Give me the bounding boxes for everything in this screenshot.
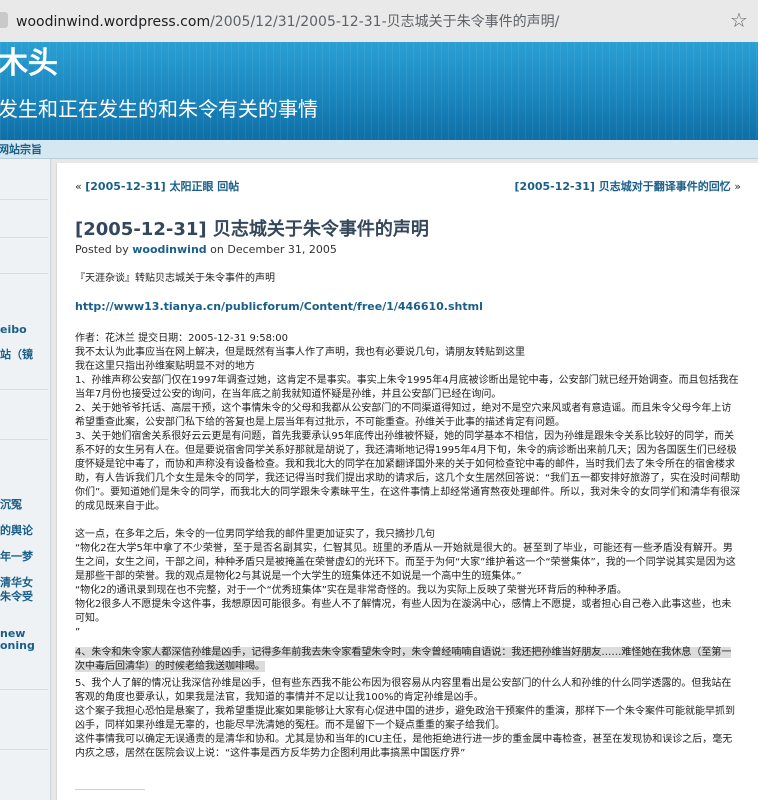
post-paragraph: “物化2的通讯录到现在也不完整，对于一个“优秀班集体”实在是非常奇怪的。我以为实… bbox=[75, 585, 627, 596]
post-paragraph: 1、孙维声称公安部门仅在1997年调查过她，这肯定不是事实。事实上朱令1995年… bbox=[75, 375, 739, 400]
sidebar-divider bbox=[0, 439, 48, 440]
sidebar-link[interactable]: 站（镜 bbox=[0, 348, 33, 362]
post-paragraph: 物化2很多人不愿提朱令这件事，我想原因可能很多。有些人不了解情况，有些人因为在漩… bbox=[75, 599, 732, 624]
banner-texture bbox=[0, 42, 758, 140]
post-paragraph: 我不太认为此事应当在网上解决，但是既然有当事人作了声明，我也有必要说几句，请朋友… bbox=[75, 347, 525, 358]
post-paragraph: 这一点，在多年之后，朱令的一位男同学给我的邮件里更加证实了，我只摘抄几句 bbox=[75, 529, 435, 540]
post-paragraph: “物化2在大学5年中拿了不少荣誉，至于是否名副其实，仁智其见。班里的矛盾从一开始… bbox=[75, 543, 736, 582]
post-paragraph: 这个案子我担心恐怕是悬案了，我希望重提此案如果能够让大家有心促进中国的进步，避免… bbox=[75, 706, 735, 731]
sidebar: eibo 站（镜 沉冤 的舆论 年一梦 清华女 朱令受 new oning bbox=[0, 159, 51, 800]
sidebar-divider bbox=[0, 273, 48, 274]
next-post-nav: [2005-12-31] 贝志城对于翻译事件的回忆 » bbox=[514, 180, 741, 193]
sidebar-divider bbox=[0, 389, 48, 390]
post-paragraph: 5、我个人了解的情况让我深信孙维是凶手，但有些东西我不能公布因为很容易从内容里看… bbox=[75, 678, 732, 703]
post-intro: 『天涯杂谈』转贴贝志城关于朱令事件的声明 bbox=[75, 273, 275, 284]
source-link[interactable]: http://www13.tianya.cn/publicforum/Conte… bbox=[75, 300, 483, 313]
bookmark-star-icon[interactable]: ☆ bbox=[730, 8, 748, 32]
site-info-icon[interactable] bbox=[0, 12, 8, 28]
highlighted-paragraph: 4、朱令和朱令家人都深信孙维是凶手，记得多年前我去朱令家看望朱令时，朱令曾经喃喃… bbox=[75, 647, 732, 672]
post-paragraph: 这件事情我可以确定无误通责的是清华和协和。尤其是协和当年的ICU主任，是他拒绝进… bbox=[75, 734, 733, 759]
sidebar-link[interactable]: eibo bbox=[0, 323, 27, 337]
sidebar-link[interactable]: 年一梦 bbox=[0, 550, 33, 564]
post-paragraph: 3、关于她们宿舍关系很好云云更是有问题，首先我要承认95年底传出孙维被怀疑，她的… bbox=[75, 431, 741, 512]
previous-post-link[interactable]: [2005-12-31] 太阳正眼 回帖 bbox=[85, 180, 239, 193]
post-title[interactable]: [2005-12-31] 贝志城关于朱令事件的声明 bbox=[75, 215, 429, 241]
post-paragraph: 我在这里只指出孙维案贴明显不对的地方 bbox=[75, 361, 255, 372]
post-meta: Posted by woodinwind on December 31, 200… bbox=[75, 243, 337, 256]
sidebar-divider bbox=[0, 237, 48, 238]
nav-item-about[interactable]: 网站宗旨 bbox=[0, 141, 42, 157]
post-paragraph: 2、关于她爷爷托话、高层干预，这个事情朱令的父母和我都从公安部门的不同渠道得知过… bbox=[75, 403, 732, 428]
post-date: December 31, 2005 bbox=[227, 243, 337, 256]
sidebar-divider bbox=[0, 199, 48, 200]
post-paragraph: 作者：花沐兰 提交日期：2005-12-31 9:58:00 bbox=[75, 333, 289, 344]
previous-post-nav: « [2005-12-31] 太阳正眼 回帖 bbox=[75, 180, 240, 193]
source-link-row: http://www13.tianya.cn/publicforum/Conte… bbox=[75, 300, 741, 315]
site-title[interactable]: 木头 bbox=[0, 46, 58, 82]
sidebar-link[interactable]: 的舆论 bbox=[0, 524, 33, 538]
post-content-area: « [2005-12-31] 太阳正眼 回帖 [2005-12-31] 贝志城对… bbox=[56, 163, 758, 800]
post-paragraph: ” bbox=[75, 627, 81, 638]
top-navigation: 网站宗旨 bbox=[0, 140, 758, 159]
author-link[interactable]: woodinwind bbox=[132, 243, 206, 256]
site-tagline: 发生和正在发生的和朱令有关的事情 bbox=[0, 97, 318, 121]
sidebar-divider bbox=[0, 749, 48, 750]
sidebar-link[interactable]: 沉冤 bbox=[0, 498, 22, 512]
post-divider bbox=[75, 789, 145, 790]
next-post-link[interactable]: [2005-12-31] 贝志城对于翻译事件的回忆 bbox=[515, 180, 731, 193]
browser-address-bar[interactable]: woodinwind.wordpress.com/2005/12/31/2005… bbox=[0, 0, 758, 43]
url-text[interactable]: woodinwind.wordpress.com/2005/12/31/2005… bbox=[16, 11, 559, 31]
sidebar-link[interactable]: 清华女 bbox=[0, 576, 33, 590]
sidebar-link[interactable]: oning bbox=[0, 639, 35, 653]
sidebar-link[interactable]: 朱令受 bbox=[0, 590, 33, 604]
sidebar-divider bbox=[0, 689, 48, 690]
